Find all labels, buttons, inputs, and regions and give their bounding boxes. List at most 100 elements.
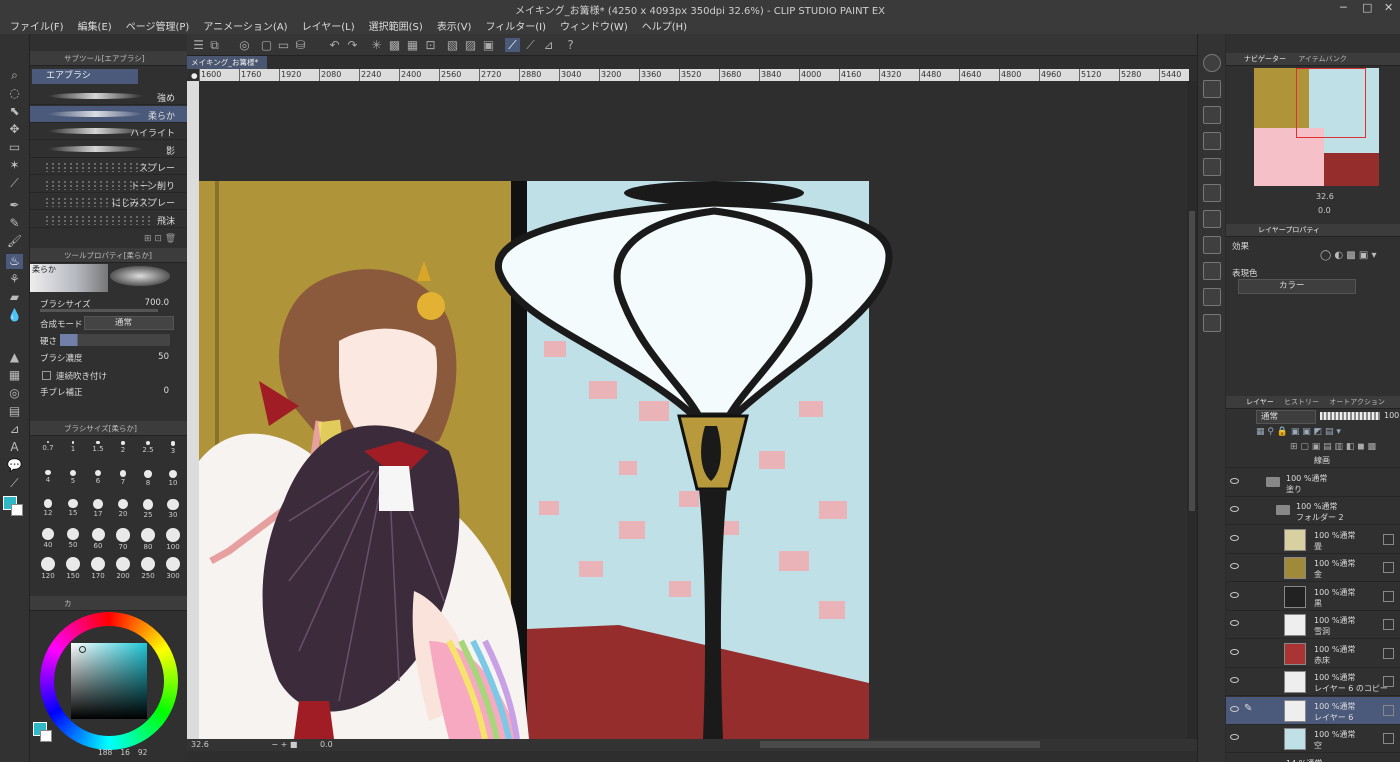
brush-size-preset[interactable]: 60 <box>86 525 110 551</box>
dock-icon-3[interactable] <box>1203 132 1221 150</box>
subtool-group-tab[interactable]: エアブラシ <box>32 69 138 84</box>
brush-size-preset[interactable]: 50 <box>61 525 85 551</box>
layer-mask-icon[interactable] <box>1383 647 1394 659</box>
eraser-tool-icon[interactable]: ▰ <box>6 290 23 305</box>
color-mode-select[interactable]: カラー <box>1238 279 1356 294</box>
color-square[interactable] <box>71 643 147 719</box>
ruler-tool-icon[interactable]: ⊿ <box>6 422 23 437</box>
brush-item[interactable]: トーン削り <box>30 176 187 193</box>
dock-icon-7[interactable] <box>1203 236 1221 254</box>
brush-size-preset[interactable]: 2 <box>111 438 135 464</box>
vertical-scroll-thumb[interactable] <box>1189 211 1195 511</box>
brush-size-preset[interactable]: 17 <box>86 496 110 522</box>
text-tool-icon[interactable]: A <box>6 440 23 455</box>
stabilizer-value[interactable]: 0 <box>164 386 169 396</box>
menu-layer[interactable]: レイヤー(L) <box>302 18 355 33</box>
layer-row[interactable]: 100 %通常畳 <box>1226 526 1400 554</box>
continuous-checkbox[interactable] <box>42 371 51 380</box>
brush-item[interactable]: ハイライト <box>30 123 187 140</box>
eye-icon[interactable] <box>1230 705 1239 712</box>
clear-icon[interactable]: ▩ <box>387 38 402 52</box>
brush-size-preset[interactable]: 300 <box>161 554 185 580</box>
brush-size-preset[interactable]: 200 <box>111 554 135 580</box>
brush-size-preset[interactable]: 25 <box>136 496 160 522</box>
pencil-tool-icon[interactable]: ✎ <box>6 216 23 231</box>
layer-mask-icon[interactable] <box>1383 733 1394 744</box>
layer-blend-select[interactable]: 通常 <box>1256 410 1316 424</box>
layer-row[interactable]: 100 %通常黒 <box>1226 583 1400 611</box>
magic-wand-icon[interactable]: ✶ <box>6 158 23 173</box>
brush-size-preset[interactable]: 1.5 <box>86 438 110 464</box>
layer-row[interactable]: 14 %通常下書き <box>1226 754 1400 762</box>
horizontal-scroll-thumb[interactable] <box>760 741 1040 748</box>
vertical-scrollbar[interactable] <box>1187 81 1197 739</box>
open-folder-icon[interactable]: ▭ <box>276 38 291 52</box>
eye-icon[interactable] <box>1230 620 1239 626</box>
layer-action-icons[interactable]: ⊞ ▢ ▣ ▤ ▥ ◧ ◼ ▩ <box>1290 442 1400 454</box>
brush-size-preset[interactable]: 250 <box>136 554 160 580</box>
airbrush-tool-icon[interactable]: ♨ <box>6 254 23 269</box>
navigator-view-frame[interactable] <box>1296 68 1366 138</box>
dock-icon-4[interactable] <box>1203 158 1221 176</box>
balloon-tool-icon[interactable]: 💬 <box>6 458 23 473</box>
blend-tool-icon[interactable]: 💧 <box>6 308 23 323</box>
layer-opacity-value[interactable]: 100 <box>1384 411 1399 420</box>
brush-size-preset[interactable]: 40 <box>36 525 60 551</box>
brush-item[interactable]: 柔らか <box>30 105 187 123</box>
brush-size-preset[interactable]: 10 <box>161 467 185 493</box>
eye-icon[interactable] <box>1230 591 1239 598</box>
maximize-icon[interactable]: □ <box>1362 1 1372 14</box>
redo-icon[interactable]: ↷ <box>345 38 360 52</box>
frame-tool-icon[interactable]: ▤ <box>6 404 23 419</box>
sub-color-swatch[interactable] <box>11 504 23 516</box>
tab-navigator[interactable]: ナビゲーター <box>1244 55 1286 63</box>
brush-size-preset[interactable]: 20 <box>111 496 135 522</box>
density-row[interactable]: ブラシ濃度 50 <box>30 350 187 366</box>
dock-icon-5[interactable] <box>1203 184 1221 202</box>
layer-mask-icon[interactable] <box>1383 619 1394 630</box>
brush-size-preset[interactable]: 170 <box>86 554 110 580</box>
tab-item-bank[interactable]: アイテムバンク <box>1298 55 1347 63</box>
brush-item[interactable]: 強め <box>30 88 187 105</box>
continuous-row[interactable]: 連続吹き付け <box>30 368 187 384</box>
help-icon[interactable]: ? <box>563 38 578 52</box>
dock-icon-6[interactable] <box>1203 210 1221 228</box>
eye-icon[interactable] <box>1230 534 1239 541</box>
layer-mask-icon[interactable] <box>1383 562 1394 573</box>
brush-size-preset[interactable]: 12 <box>36 496 60 522</box>
color-cursor[interactable] <box>79 646 86 653</box>
layer-row[interactable]: 100 %通常 レイヤー 6 のコピー <box>1226 668 1400 696</box>
layer-row[interactable]: 100 %通常 フォルダー 2 <box>1226 497 1400 525</box>
brush-size-preset[interactable]: 4 <box>36 467 60 493</box>
lasso-tool-icon[interactable]: ◌ <box>6 86 23 101</box>
brush-size-slider[interactable] <box>40 309 158 312</box>
transform-icon[interactable]: ✳ <box>369 38 384 52</box>
eye-icon[interactable] <box>1230 563 1239 569</box>
brush-size-preset[interactable]: 6 <box>86 467 110 493</box>
rotation-value[interactable]: 0.0 <box>320 740 333 749</box>
move-tool-icon[interactable]: ✥ <box>6 122 23 137</box>
folder-icon[interactable] <box>1276 505 1290 515</box>
brush-size-preset[interactable]: 150 <box>61 554 85 580</box>
subtool-actions-icon[interactable]: ⊞ ⊡ 🗑 <box>144 234 184 246</box>
minimize-icon[interactable]: ─ <box>1340 1 1347 14</box>
brush-size-preset[interactable]: 1 <box>61 438 85 464</box>
fill-tool-icon[interactable]: ▲ <box>6 350 23 365</box>
stabilizer-row[interactable]: 手ブレ補正 0 <box>30 384 187 400</box>
navigator-rotation-value[interactable]: 0.0 <box>1318 206 1331 215</box>
clip-studio-icon[interactable]: ◎ <box>237 38 252 52</box>
zoom-tool-icon[interactable]: ⌕ <box>6 68 23 83</box>
new-file-icon[interactable]: ▢ <box>259 38 274 52</box>
menu-icon[interactable]: ☰ <box>191 38 206 52</box>
selection-border-icon[interactable]: ▣ <box>481 38 496 52</box>
decoration-tool-icon[interactable]: ⚘ <box>6 272 23 287</box>
brush-size-preset[interactable]: 5 <box>61 467 85 493</box>
brush-size-preset[interactable]: 2.5 <box>136 438 160 464</box>
close-icon[interactable]: ✕ <box>1384 1 1393 14</box>
brush-size-preset[interactable]: 8 <box>136 467 160 493</box>
layer-mask-icon[interactable] <box>1383 590 1394 602</box>
navigator-preview[interactable] <box>1254 68 1379 186</box>
correct-line-icon[interactable]: ⟋ <box>6 476 23 491</box>
brush-size-preset[interactable]: 3 <box>161 438 185 464</box>
pen-tool-icon[interactable]: ✒ <box>6 198 23 213</box>
